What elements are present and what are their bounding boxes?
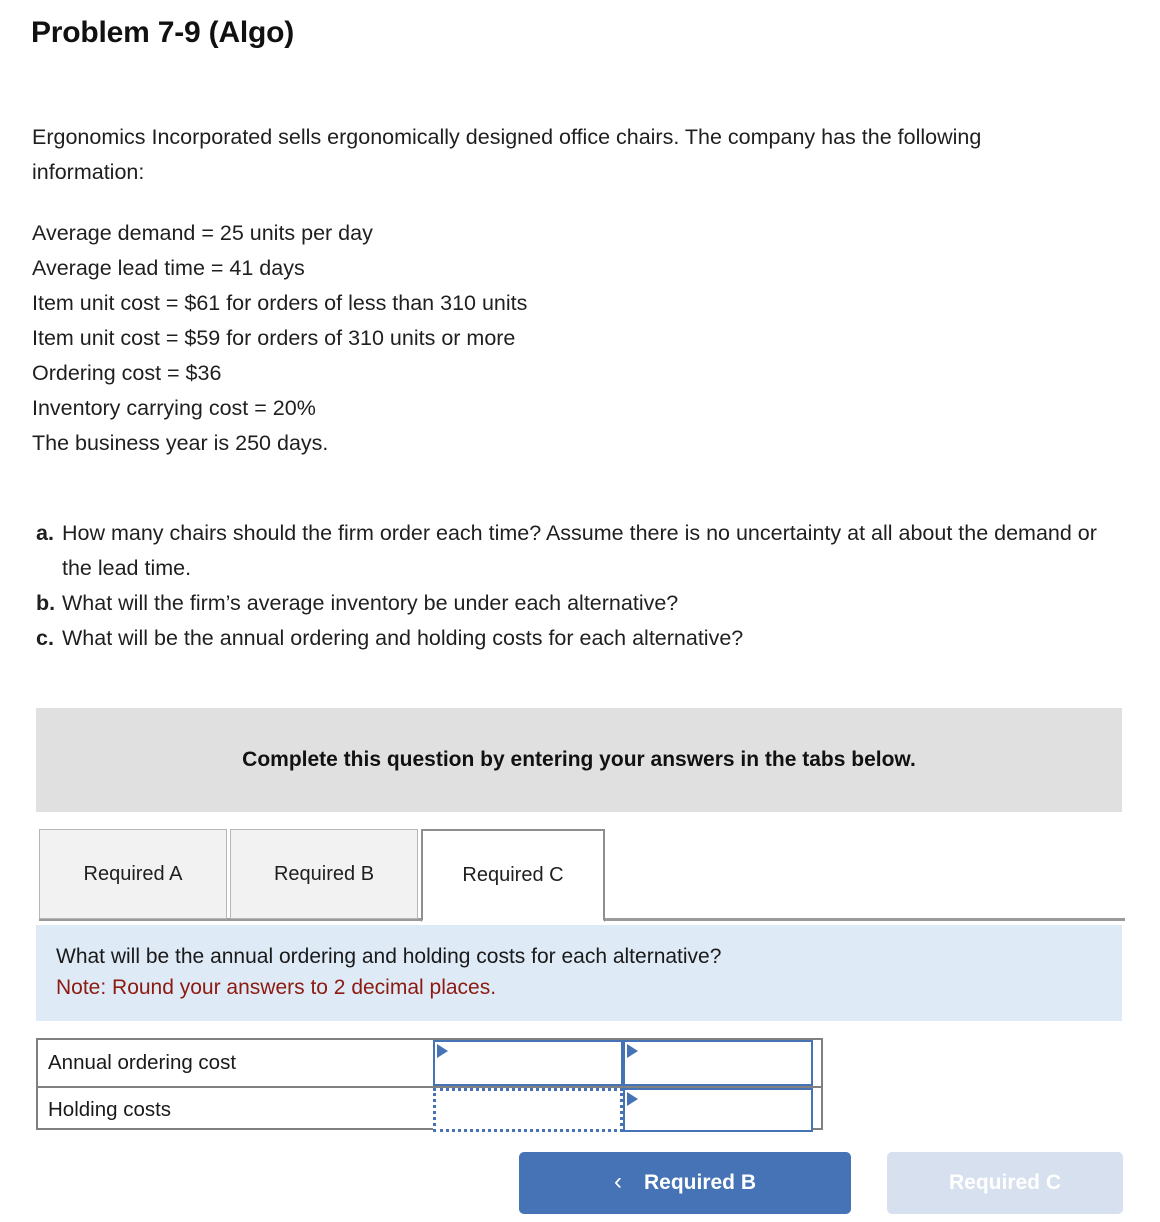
question-panel-note: Note: Round your answers to 2 decimal pl…	[56, 976, 497, 999]
answer-cell-holding-col2[interactable]	[623, 1088, 813, 1132]
requirement-c: c. What will be the annual ordering and …	[36, 621, 1126, 656]
tab-required-b-label: Required B	[273, 862, 375, 885]
requirement-c-letter: c.	[36, 626, 54, 650]
fact-business-year: The business year is 250 days.	[32, 431, 329, 455]
answer-input-holding-col1[interactable]	[436, 1091, 620, 1129]
requirement-tabs: Required A Required B Required C	[39, 829, 1125, 922]
next-required-c-label: Required C	[948, 1171, 1061, 1194]
table-row: Holding costs	[38, 1086, 821, 1132]
fact-ordering-cost: Ordering cost = $36	[32, 361, 222, 385]
fact-item-unit-cost-high: Item unit cost = $59 for orders of 310 u…	[32, 326, 516, 350]
problem-statement: Ergonomics Incorporated sells ergonomica…	[32, 120, 1092, 461]
tab-required-c-label: Required C	[462, 864, 564, 886]
question-panel: What will be the annual ordering and hol…	[36, 925, 1122, 1021]
answer-cell-holding-col1[interactable]	[433, 1088, 623, 1132]
row-label-holding-costs: Holding costs	[48, 1098, 172, 1121]
problem-facts-list: Average demand = 25 units per day Averag…	[32, 216, 1092, 461]
requirement-a-letter: a.	[36, 521, 54, 545]
answer-table: Annual ordering cost Holding costs	[36, 1038, 823, 1132]
question-panel-text: What will be the annual ordering and hol…	[56, 945, 722, 968]
requirement-b: b. What will the firm’s average inventor…	[36, 586, 1126, 621]
instruction-banner-text: Complete this question by entering your …	[242, 748, 916, 771]
fact-average-demand: Average demand = 25 units per day	[32, 221, 373, 245]
fact-carrying-cost: Inventory carrying cost = 20%	[32, 396, 316, 420]
answer-cell-ordering-col2[interactable]	[623, 1040, 813, 1086]
fact-average-lead-time: Average lead time = 41 days	[32, 256, 305, 280]
requirement-a: a. How many chairs should the firm order…	[36, 516, 1126, 586]
row-label-annual-ordering-cost: Annual ordering cost	[48, 1051, 237, 1074]
tab-required-a-label: Required A	[83, 862, 183, 885]
requirement-b-letter: b.	[36, 591, 56, 615]
requirement-a-text: How many chairs should the firm order ea…	[62, 521, 1097, 580]
requirement-c-text: What will be the annual ordering and hol…	[62, 626, 744, 650]
fact-item-unit-cost-low: Item unit cost = $61 for orders of less …	[32, 291, 528, 315]
tab-required-b[interactable]: Required B	[230, 829, 418, 919]
page-title: Problem 7-9 (Algo)	[31, 16, 295, 49]
chevron-left-icon: ‹	[613, 1168, 622, 1195]
next-required-c-button[interactable]: Required C	[887, 1152, 1123, 1214]
problem-intro-paragraph: Ergonomics Incorporated sells ergonomica…	[32, 125, 982, 184]
tab-required-a[interactable]: Required A	[39, 829, 227, 919]
answer-input-holding-col2[interactable]	[625, 1090, 811, 1130]
tab-required-c[interactable]: Required C	[421, 829, 605, 922]
requirement-b-text: What will the firm’s average inventory b…	[62, 591, 679, 615]
answer-cell-ordering-col1[interactable]	[433, 1040, 623, 1086]
instruction-banner: Complete this question by entering your …	[36, 708, 1122, 812]
table-row: Annual ordering cost	[38, 1040, 821, 1086]
answer-input-ordering-col2[interactable]	[625, 1042, 811, 1084]
prev-required-b-label: Required B	[643, 1171, 756, 1194]
prev-required-b-button[interactable]: ‹ Required B	[519, 1152, 851, 1214]
answer-input-ordering-col1[interactable]	[435, 1042, 621, 1084]
requirements-list: a. How many chairs should the firm order…	[36, 516, 1126, 656]
